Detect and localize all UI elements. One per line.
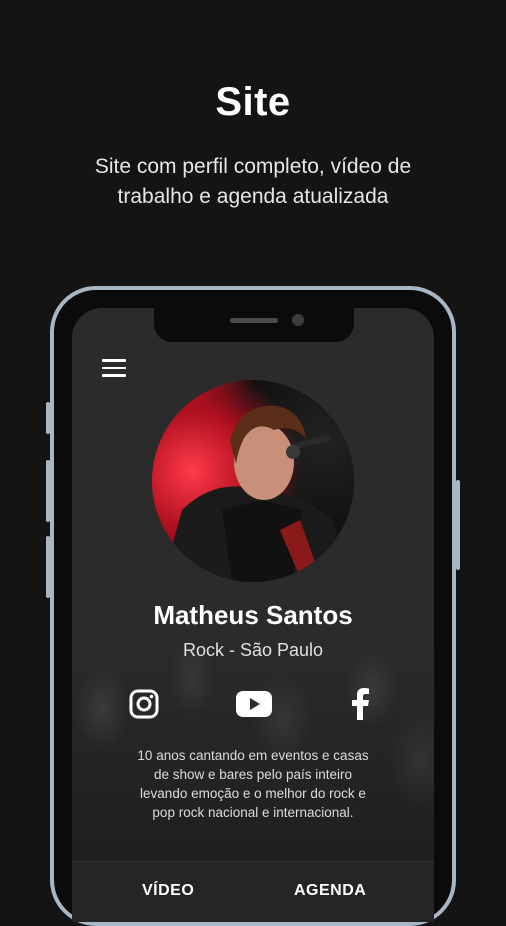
- phone-screen: Matheus Santos Rock - São Paulo 10 anos …: [72, 308, 434, 922]
- bio-line: pop rock nacional e internacional.: [152, 805, 354, 820]
- promo-title: Site: [215, 80, 291, 124]
- phone-side-button: [46, 536, 50, 598]
- phone-side-button: [46, 460, 50, 522]
- hamburger-menu-icon[interactable]: [102, 358, 128, 378]
- phone-side-button: [46, 402, 50, 434]
- artist-genre-location: Rock - São Paulo: [182, 640, 324, 660]
- promo-subtitle: Site com perfil completo, vídeo de traba…: [40, 152, 466, 212]
- bio-line: levando emoção e o melhor do rock e: [140, 786, 366, 801]
- profile-avatar: [152, 380, 354, 582]
- youtube-icon[interactable]: [236, 686, 272, 722]
- promo-subtitle-line: Site com perfil completo, vídeo de: [94, 155, 412, 178]
- phone-notch: [154, 308, 354, 342]
- artist-name: Matheus Santos: [153, 600, 353, 630]
- tab-video[interactable]: VÍDEO: [142, 882, 194, 900]
- promo-subtitle-line: trabalho e agenda atualizada: [117, 185, 389, 208]
- tab-agenda[interactable]: AGENDA: [294, 882, 366, 900]
- artist-bio: 10 anos cantando em eventos e casas de s…: [102, 746, 404, 822]
- bottom-tab-bar: VÍDEO AGENDA: [72, 861, 434, 922]
- singer-photo: [162, 405, 352, 582]
- phone-mockup: Matheus Santos Rock - São Paulo 10 anos …: [46, 286, 460, 926]
- facebook-icon[interactable]: [342, 686, 378, 722]
- phone-side-button: [456, 480, 460, 570]
- front-camera: [292, 314, 304, 326]
- instagram-icon[interactable]: [126, 686, 162, 722]
- bio-line: de show e bares pelo país inteiro: [153, 767, 353, 782]
- bio-line: 10 anos cantando em eventos e casas: [137, 748, 369, 763]
- speaker-grille: [230, 318, 278, 323]
